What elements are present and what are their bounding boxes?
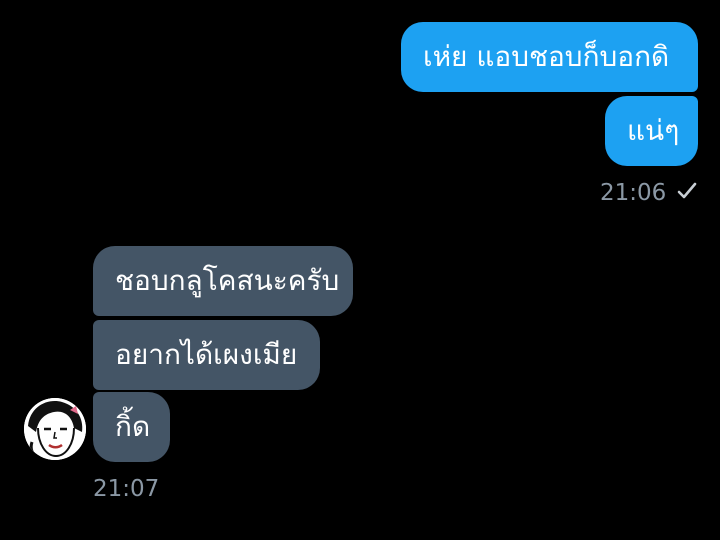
- sent-message-bubble[interactable]: เห่ย แอบชอบก็บอกดิ: [401, 22, 698, 92]
- avatar[interactable]: [24, 398, 86, 460]
- received-timestamp: 21:07: [93, 476, 160, 502]
- received-message-bubble[interactable]: อยากได้เผงเมีย: [93, 320, 320, 390]
- avatar-image: [24, 398, 86, 460]
- sent-timestamp: 21:06: [600, 180, 667, 206]
- received-message-bubble[interactable]: ชอบกลูโคสนะครับ: [93, 246, 353, 316]
- sent-message-bubble[interactable]: แน่ๆ: [605, 96, 698, 166]
- check-icon: [677, 182, 697, 199]
- received-message-bubble[interactable]: กิ้ด: [93, 392, 170, 462]
